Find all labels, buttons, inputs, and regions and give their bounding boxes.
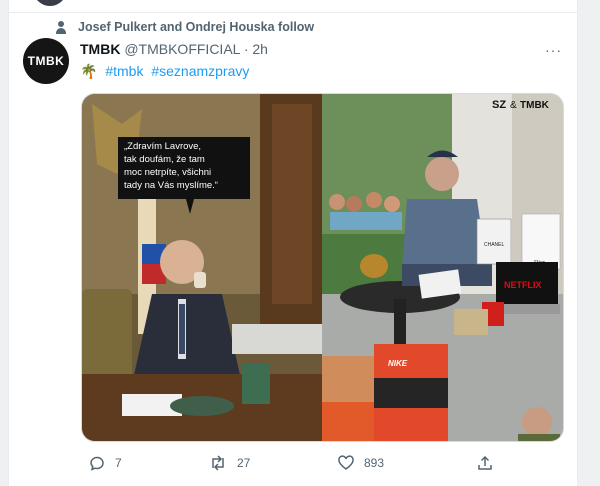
retweet-icon bbox=[212, 455, 224, 471]
avatar[interactable]: TMBK bbox=[23, 38, 69, 84]
hashtag-link[interactable]: #seznamzpravy bbox=[151, 63, 249, 79]
retweet-button[interactable]: 27 bbox=[209, 455, 250, 471]
reply-button[interactable]: 7 bbox=[89, 455, 122, 471]
logo-tmbk: TMBK bbox=[520, 100, 550, 111]
tweet-header: TMBK @TMBKOFFICIAL · 2h bbox=[80, 41, 268, 57]
more-options-icon[interactable]: ··· bbox=[545, 42, 562, 58]
tweet-text: 🌴 #tmbk #seznamzpravy bbox=[80, 63, 253, 80]
netflix-label: NETFLIX bbox=[504, 280, 542, 290]
tweet-media-image[interactable]: „Zdravím Lavrove, tak doufám, že tam moc… bbox=[81, 93, 564, 442]
palm-tree-icon: 🌴 bbox=[80, 63, 98, 79]
share-icon bbox=[478, 455, 492, 470]
retweet-count: 27 bbox=[237, 456, 251, 470]
avatar-logo-text: TMBK bbox=[27, 54, 65, 68]
speech-line: „Zdravím Lavrove, bbox=[124, 141, 201, 152]
divider bbox=[9, 12, 577, 13]
tweet-card[interactable]: Josef Pulkert and Ondrej Houska follow T… bbox=[8, 0, 578, 486]
separator: · bbox=[243, 41, 249, 57]
speech-line: tak doufám, že tam bbox=[124, 154, 205, 165]
like-count: 893 bbox=[364, 456, 385, 470]
previous-tweet-avatar[interactable] bbox=[33, 0, 67, 6]
tweet-time[interactable]: 2h bbox=[252, 41, 268, 57]
tweet-actions: 7 27 893 bbox=[81, 455, 501, 473]
share-button[interactable] bbox=[477, 455, 503, 471]
logo-amp: & bbox=[510, 100, 517, 111]
speech-line: moc netrpíte, všichni bbox=[124, 167, 211, 178]
social-context-text: Josef Pulkert and Ondrej Houska follow bbox=[78, 20, 315, 34]
logo-sz: SZ bbox=[492, 99, 506, 111]
author-name[interactable]: TMBK bbox=[80, 41, 120, 57]
author-handle[interactable]: @TMBKOFFICIAL bbox=[124, 41, 240, 57]
heart-icon bbox=[338, 455, 354, 470]
nike-label: NIKE bbox=[388, 359, 408, 368]
like-button[interactable]: 893 bbox=[338, 455, 384, 471]
reply-icon bbox=[90, 456, 104, 471]
reply-count: 7 bbox=[115, 456, 122, 470]
hashtag-link[interactable]: #tmbk bbox=[105, 63, 143, 79]
speech-line: tady na Vás myslíme.“ bbox=[124, 180, 218, 191]
social-context[interactable]: Josef Pulkert and Ondrej Houska follow bbox=[56, 20, 314, 34]
person-icon bbox=[56, 20, 66, 34]
chanel-label: CHANEL bbox=[484, 242, 505, 248]
resort-scene: CHANEL Dior NETFLIX NIKE bbox=[322, 94, 563, 441]
